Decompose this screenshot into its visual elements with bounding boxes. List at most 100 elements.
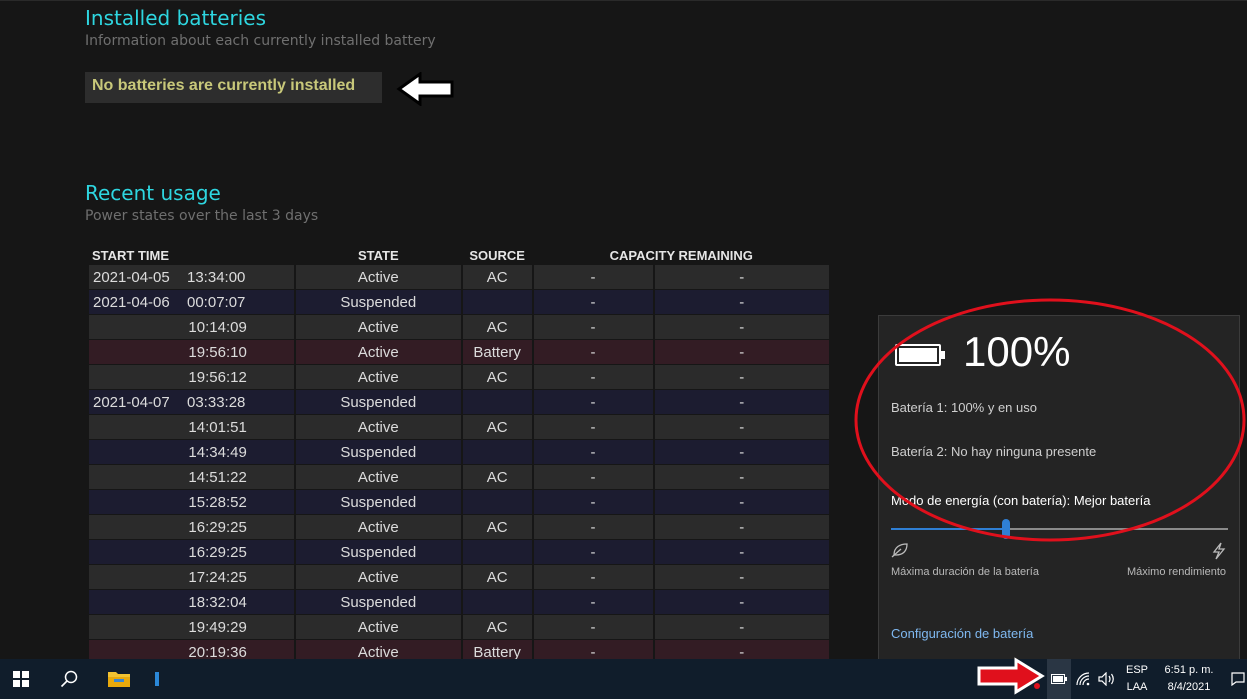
state-cell: Suspended (295, 290, 461, 315)
power-mode-slider-thumb[interactable] (1001, 519, 1010, 539)
file-explorer-button[interactable] (98, 659, 140, 699)
start-time: 16:29:25 (188, 543, 247, 561)
notification-icon (1230, 672, 1245, 686)
table-header-row: START TIME STATE SOURCE CAPACITY REMAINI… (89, 245, 829, 265)
table-row: 2021-04-05 13:34:00 Active AC - - (89, 265, 829, 290)
capacity-cell: - (654, 540, 829, 565)
start-time-cell: 19:49:29 (89, 615, 294, 640)
capacity-cell: - (654, 465, 829, 490)
app-icon (155, 672, 159, 686)
start-time: 19:56:12 (188, 368, 247, 386)
start-icon (13, 671, 29, 687)
slider-left-label: Máxima duración de la batería (891, 566, 1039, 578)
state-cell: Active (295, 515, 461, 540)
start-time-cell: 14:34:49 (89, 440, 294, 465)
state-cell: Active (295, 565, 461, 590)
recent-usage-table: START TIME STATE SOURCE CAPACITY REMAINI… (87, 245, 831, 659)
start-time-cell: 19:56:12 (89, 365, 294, 390)
start-time: 10:14:09 (188, 318, 247, 336)
start-time: 13:34:00 (187, 268, 246, 286)
volume-tray-button[interactable] (1096, 659, 1118, 699)
battery-percent: 100% (963, 328, 1071, 375)
start-time: 14:34:49 (188, 443, 247, 461)
state-cell: Active (295, 315, 461, 340)
clock[interactable]: 6:51 p. m. 8/4/2021 (1158, 662, 1220, 696)
battery-tray-icon (1051, 674, 1067, 684)
start-date: 2021-04-07 (93, 393, 170, 411)
source-cell: AC (462, 265, 532, 290)
state-cell: Active (295, 640, 461, 659)
search-icon (60, 670, 78, 688)
start-time: 16:29:25 (188, 518, 247, 536)
white-arrow-annotation-icon (396, 72, 454, 106)
state-cell: Active (295, 265, 461, 290)
volume-icon (1098, 672, 1114, 686)
network-tray-button[interactable] (1073, 659, 1095, 699)
input-language-indicator[interactable]: ESP LAA (1122, 662, 1152, 696)
battery-settings-link[interactable]: Configuración de batería (891, 626, 1033, 641)
source-cell: AC (462, 615, 532, 640)
start-time-cell: 14:51:22 (89, 465, 294, 490)
source-cell: Battery (462, 640, 532, 659)
source-cell (462, 290, 532, 315)
state-cell: Active (295, 365, 461, 390)
power-mode-slider-fill (891, 528, 1006, 530)
start-time-cell: 18:32:04 (89, 590, 294, 615)
state-cell: Active (295, 615, 461, 640)
battery-2-status: Batería 2: No hay ninguna presente (891, 444, 1097, 459)
capacity-cell: - (654, 290, 829, 315)
start-time-cell: 20:19:36 (89, 640, 294, 659)
column-header-source: SOURCE (469, 247, 525, 263)
source-cell: AC (462, 515, 532, 540)
source-cell: AC (462, 565, 532, 590)
capacity-cell: - (654, 640, 829, 659)
column-header-capacity-remaining: CAPACITY REMAINING (609, 247, 753, 263)
table-row: 14:01:51 Active AC - - (89, 415, 829, 440)
start-date: 2021-04-06 (93, 293, 170, 311)
start-time-cell: 10:14:09 (89, 315, 294, 340)
source-cell: Battery (462, 340, 532, 365)
start-time-cell: 14:01:51 (89, 415, 294, 440)
capacity-cell: - (654, 590, 829, 615)
clock-time: 6:51 p. m. (1164, 664, 1214, 676)
state-cell: Suspended (295, 540, 461, 565)
start-date: 2021-04-05 (93, 268, 170, 286)
source-cell (462, 590, 532, 615)
start-time: 18:32:04 (188, 593, 247, 611)
battery-tray-button[interactable] (1047, 659, 1071, 699)
battery-flyout: 100% Batería 1: 100% y en uso Batería 2:… (878, 315, 1240, 659)
taskbar-app-edge[interactable] (150, 659, 164, 699)
power-mode-slider[interactable] (891, 519, 1228, 539)
capacity-cell: - (654, 440, 829, 465)
capacity-cell: - (533, 415, 653, 440)
start-time-cell: 17:24:25 (89, 565, 294, 590)
file-explorer-icon (108, 672, 130, 687)
capacity-cell: - (654, 365, 829, 390)
start-time: 14:51:22 (188, 468, 247, 486)
search-button[interactable] (48, 659, 90, 699)
language-code: ESP (1125, 664, 1148, 676)
recent-usage-title: Recent usage (85, 181, 221, 205)
source-cell: AC (462, 465, 532, 490)
wifi-icon (1076, 672, 1090, 686)
source-cell: AC (462, 415, 532, 440)
column-header-state: STATE (357, 247, 399, 263)
capacity-cell: - (533, 315, 653, 340)
table-row: 2021-04-07 03:33:28 Suspended - - (89, 390, 829, 415)
capacity-cell: - (533, 290, 653, 315)
capacity-cell: - (533, 390, 653, 415)
column-header-start-time: START TIME (92, 247, 170, 263)
capacity-cell: - (533, 265, 653, 290)
start-time: 15:28:52 (188, 493, 247, 511)
capacity-cell: - (533, 640, 653, 659)
capacity-cell: - (654, 615, 829, 640)
state-cell: Suspended (295, 590, 461, 615)
clock-date: 8/4/2021 (1167, 681, 1211, 693)
state-cell: Active (295, 465, 461, 490)
start-button[interactable] (0, 659, 42, 699)
start-time: 14:01:51 (188, 418, 247, 436)
action-center-button[interactable] (1228, 659, 1247, 699)
table-row: 19:56:12 Active AC - - (89, 365, 829, 390)
red-arrow-annotation-icon (977, 657, 1045, 695)
table-row: 16:29:25 Suspended - - (89, 540, 829, 565)
